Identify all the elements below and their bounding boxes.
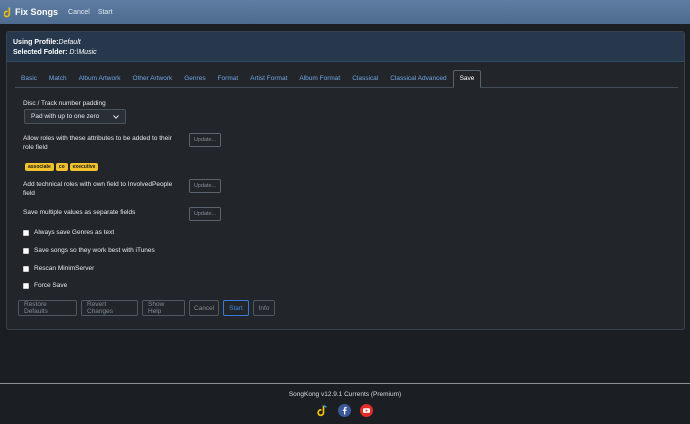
- profile-line: Using Profile:Default: [13, 38, 684, 48]
- action-buttons: Restore Defaults Revert Changes Show Hel…: [18, 300, 275, 316]
- checkbox[interactable]: [23, 282, 29, 289]
- tab-format[interactable]: Format: [212, 70, 245, 88]
- chevron-down-icon: [113, 114, 119, 119]
- tab-basic[interactable]: Basic: [15, 70, 43, 88]
- check-label: Rescan MinimServer: [34, 265, 95, 272]
- folder-label: Selected Folder:: [13, 49, 70, 56]
- footer: SongKong v12.9.1 Currents (Premium): [0, 383, 690, 424]
- version-text: SongKong v12.9.1 Currents (Premium): [288, 391, 402, 398]
- check-label: Force Save: [34, 282, 68, 289]
- tab-save[interactable]: Save: [452, 70, 482, 88]
- roles-badges: associate co executive: [25, 163, 99, 171]
- folder-line: Selected Folder: D:\Music: [13, 48, 684, 58]
- badge-co: co: [55, 163, 68, 171]
- technical-label: Add technical roles with own field to In…: [23, 181, 173, 197]
- multiple-update-button[interactable]: Update...: [189, 207, 221, 221]
- info-button[interactable]: Info: [253, 300, 275, 316]
- tab-album-format[interactable]: Album Format: [293, 70, 346, 88]
- checkbox[interactable]: [23, 229, 29, 236]
- nav-start-link[interactable]: Start: [98, 9, 113, 16]
- check-rescan-minimserver[interactable]: Rescan MinimServer: [23, 265, 94, 272]
- songkong-logo-icon[interactable]: [316, 404, 329, 417]
- check-force-save[interactable]: Force Save: [23, 282, 67, 289]
- brand-title: Fix Songs: [15, 7, 59, 17]
- profile-label: Using Profile:: [13, 39, 59, 46]
- check-genres-text[interactable]: Always save Genres as text: [23, 229, 114, 236]
- tab-artist-format[interactable]: Artist Format: [244, 70, 293, 88]
- folder-value: D:\Music: [69, 49, 97, 56]
- check-label: Save songs so they work best with iTunes: [34, 247, 155, 254]
- technical-update-button[interactable]: Update...: [189, 179, 221, 193]
- check-label: Always save Genres as text: [34, 229, 115, 236]
- multiple-label: Save multiple values as separate fields: [23, 209, 136, 216]
- nav-cancel-link[interactable]: Cancel: [68, 9, 90, 16]
- brand[interactable]: Fix Songs: [4, 6, 58, 18]
- badge-executive: executive: [69, 163, 99, 171]
- badge-associate: associate: [25, 163, 54, 171]
- tab-match[interactable]: Match: [43, 70, 73, 88]
- padding-label: Disc / Track number padding: [23, 100, 106, 107]
- tab-classical-advanced[interactable]: Classical Advanced: [384, 70, 452, 88]
- tab-other-artwork[interactable]: Other Artwork: [127, 70, 179, 88]
- social-links: [316, 404, 373, 417]
- tab-classical[interactable]: Classical: [346, 70, 384, 88]
- padding-select[interactable]: Pad with up to one zero: [24, 109, 126, 124]
- revert-changes-button[interactable]: Revert Changes: [81, 300, 138, 316]
- start-button[interactable]: Start: [223, 300, 249, 316]
- restore-defaults-button[interactable]: Restore Defaults: [18, 300, 77, 316]
- cancel-button[interactable]: Cancel: [189, 300, 219, 316]
- checkbox[interactable]: [23, 265, 29, 272]
- show-help-button[interactable]: Show Help: [142, 300, 185, 316]
- tab-genres[interactable]: Genres: [178, 70, 211, 88]
- checkbox[interactable]: [23, 247, 29, 254]
- songkong-logo-icon: [4, 6, 13, 18]
- roles-update-button[interactable]: Update...: [189, 133, 221, 147]
- facebook-icon[interactable]: [338, 404, 351, 417]
- youtube-icon[interactable]: [360, 404, 373, 417]
- top-navbar: Fix Songs Cancel Start: [0, 0, 690, 24]
- tab-bar: Basic Match Album Artwork Other Artwork …: [15, 70, 678, 88]
- check-itunes[interactable]: Save songs so they work best with iTunes: [23, 247, 155, 254]
- profile-value: Default: [58, 39, 81, 46]
- tab-album-artwork[interactable]: Album Artwork: [73, 70, 127, 88]
- panel-header: Using Profile:Default Selected Folder: D…: [7, 32, 684, 62]
- padding-select-value: Pad with up to one zero: [31, 113, 100, 120]
- roles-label: Allow roles with these attributes to be …: [23, 135, 172, 151]
